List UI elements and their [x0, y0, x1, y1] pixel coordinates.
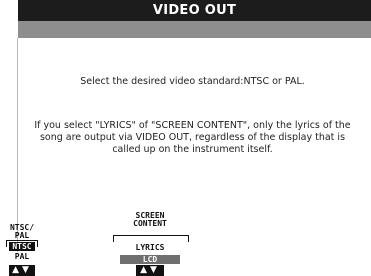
- up-down-arrows-icon: ▲▼: [140, 265, 160, 275]
- page-title: VIDEO OUT: [18, 0, 371, 21]
- option-pal[interactable]: PAL: [9, 252, 35, 261]
- option-lyrics[interactable]: LYRICS: [120, 243, 180, 252]
- instruction-text: Select the desired video standard:NTSC o…: [80, 76, 305, 87]
- ntsc-pal-label: NTSC/ PAL: [9, 223, 35, 240]
- subtitle-bar: [18, 21, 371, 38]
- option-lcd[interactable]: LCD: [120, 255, 180, 264]
- screen-content-bracket: [113, 235, 189, 242]
- screen-content-updown-button[interactable]: ▲▼: [136, 265, 164, 276]
- up-down-arrows-icon: ▲▼: [12, 265, 32, 275]
- option-ntsc[interactable]: NTSC: [9, 242, 35, 251]
- video-out-screen: VIDEO OUT Select the desired video stand…: [0, 0, 371, 276]
- screen-content-label: SCREEN CONTENT: [133, 211, 167, 228]
- left-border: [17, 38, 18, 252]
- ntsc-pal-updown-button[interactable]: ▲▼: [9, 265, 35, 276]
- lyrics-note-text: If you select "LYRICS" of "SCREEN CONTEN…: [34, 120, 351, 155]
